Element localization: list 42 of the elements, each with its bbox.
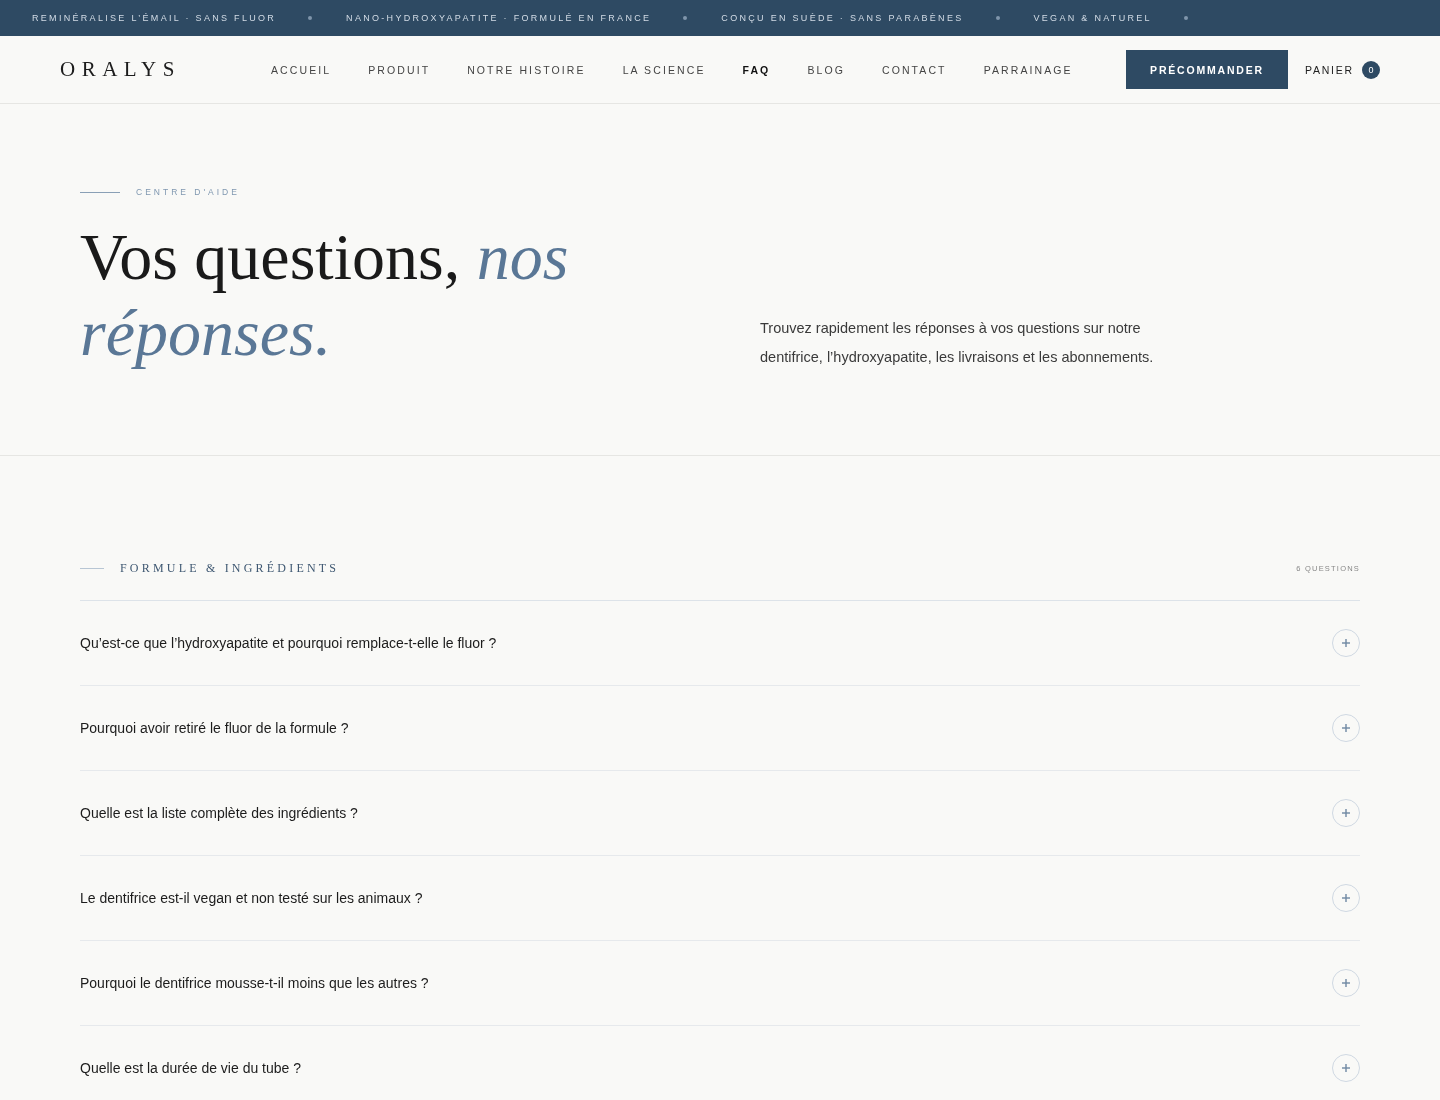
- plus-icon[interactable]: [1332, 1054, 1360, 1082]
- question-text: Le dentifrice est-il vegan et non testé sur les animaux ?: [80, 890, 423, 906]
- faq-question-row[interactable]: Pourquoi le dentifrice mousse-t-il moins que les autres ?: [80, 941, 1360, 1026]
- nav-link[interactable]: PARRAINAGE: [983, 63, 1073, 76]
- question-text: Pourquoi avoir retiré le fluor de la formule ?: [80, 720, 349, 736]
- announcement-text: VEGAN & NATUREL: [1033, 13, 1152, 23]
- cart-link[interactable]: PANIER: [1304, 63, 1354, 76]
- question-text: Pourquoi le dentifrice mousse-t-il moins que les autres ?: [80, 975, 429, 991]
- faq-question-row[interactable]: Quelle est la liste complète des ingrédients ?: [80, 771, 1360, 856]
- plus-icon[interactable]: [1332, 629, 1360, 657]
- question-text: Qu’est-ce que l’hydroxyapatite et pourquoi remplace-t-elle le fluor ?: [80, 635, 497, 651]
- separator-dot-icon: [995, 16, 1000, 20]
- question-text: Quelle est la liste complète des ingrédients ?: [80, 805, 358, 821]
- nav-link[interactable]: CONTACT: [881, 63, 947, 76]
- announcement-text: REMINÉRALISE L’ÉMAIL · SANS FLUOR: [32, 13, 277, 23]
- nav-link[interactable]: LA SCIENCE: [622, 63, 706, 76]
- faq-question-row[interactable]: Qu’est-ce que l’hydroxyapatite et pourquoi remplace-t-elle le fluor ?: [80, 601, 1360, 686]
- page-title: Vos questions, nos réponses.: [80, 219, 570, 371]
- announcement-text: CONÇU EN SUÈDE · SANS PARABÈNES: [721, 13, 964, 23]
- nav-link[interactable]: BLOG: [807, 63, 845, 76]
- plus-icon[interactable]: [1332, 799, 1360, 827]
- announcement-text: NANO-HYDROXYAPATITE · FORMULÉ EN FRANCE: [346, 13, 652, 23]
- preorder-button[interactable]: PRÉCOMMANDER: [1126, 50, 1288, 89]
- plus-icon[interactable]: [1332, 969, 1360, 997]
- intro-text: Trouvez rapidement les réponses à vos questions sur notre dentifrice, l’hydroxyapatite, les livraisons et les abonnements.: [760, 319, 1155, 367]
- separator-dot-icon: [1183, 16, 1188, 20]
- plus-icon[interactable]: [1332, 884, 1360, 912]
- category-heading: FORMULE & INGRÉDIENTS: [120, 560, 340, 576]
- separator-dot-icon: [683, 16, 688, 20]
- nav-link[interactable]: PRODUIT: [368, 63, 431, 76]
- separator-dot-icon: [308, 16, 313, 20]
- faq-question-row[interactable]: Quelle est la durée de vie du tube ?: [80, 1026, 1360, 1100]
- nav-link[interactable]: NOTRE HISTOIRE: [467, 63, 586, 76]
- faq-question-row[interactable]: Le dentifrice est-il vegan et non testé sur les animaux ?: [80, 856, 1360, 941]
- eyebrow-label: CENTRE D'AIDE: [136, 187, 240, 197]
- question-text: Quelle est la durée de vie du tube ?: [80, 1060, 302, 1076]
- faq-question-row[interactable]: Pourquoi avoir retiré le fluor de la formule ?: [80, 686, 1360, 771]
- nav-link[interactable]: FAQ: [742, 63, 771, 76]
- nav-link[interactable]: ACCUEIL: [271, 63, 332, 76]
- brand-logo[interactable]: ORALYS: [60, 57, 271, 82]
- plus-icon[interactable]: [1332, 714, 1360, 742]
- cart-count-badge: 0: [1362, 60, 1380, 79]
